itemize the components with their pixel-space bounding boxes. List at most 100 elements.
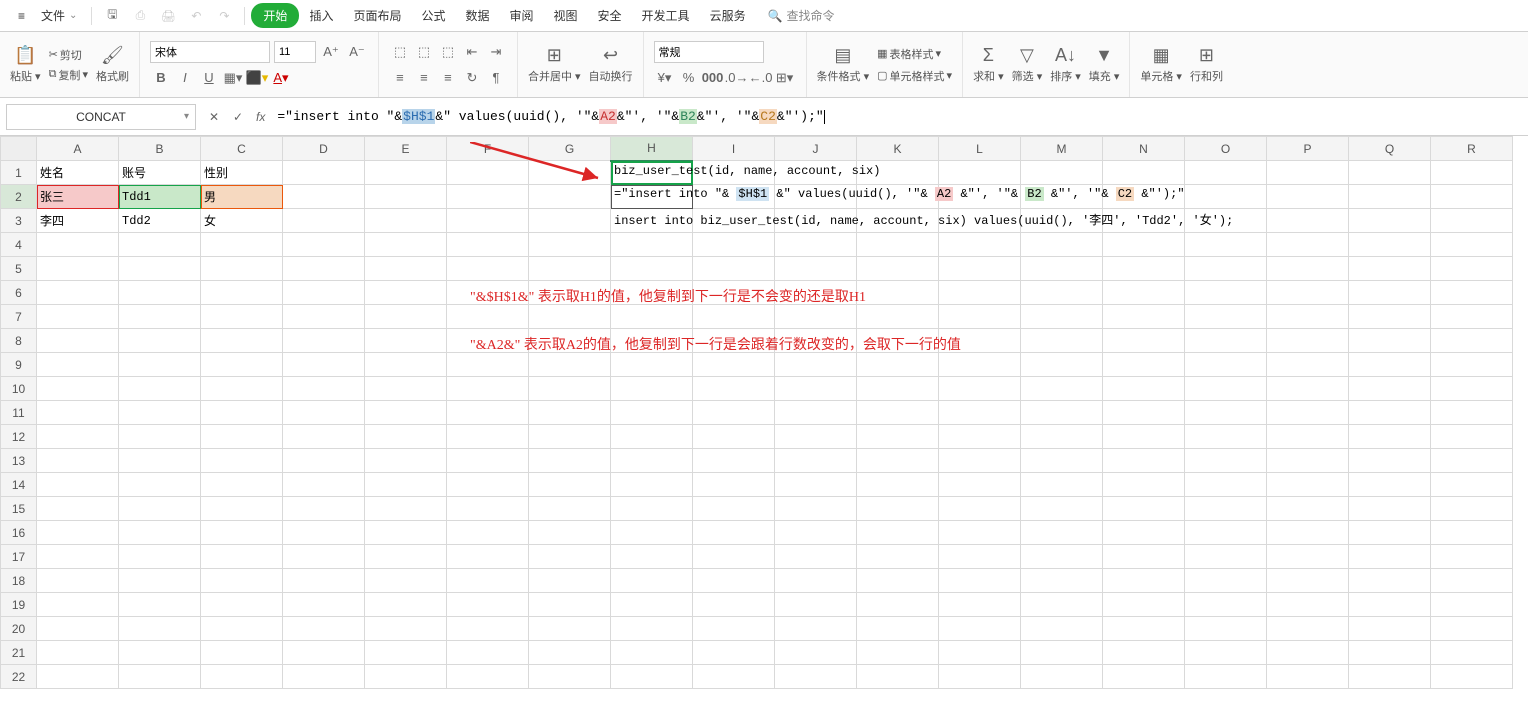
cell-H4[interactable] [611, 233, 693, 257]
cell-B17[interactable] [119, 545, 201, 569]
cell-A2[interactable]: 张三 [37, 185, 119, 209]
format-painter-button[interactable]: 🖌 格式刷 [96, 45, 129, 84]
cell-R17[interactable] [1431, 545, 1513, 569]
cell-Q4[interactable] [1349, 233, 1431, 257]
cell-E18[interactable] [365, 569, 447, 593]
cell-L9[interactable] [939, 353, 1021, 377]
cell-D9[interactable] [283, 353, 365, 377]
cell-J4[interactable] [775, 233, 857, 257]
cell-L19[interactable] [939, 593, 1021, 617]
cell-G3[interactable] [529, 209, 611, 233]
cell-O8[interactable] [1185, 329, 1267, 353]
cell-K15[interactable] [857, 497, 939, 521]
cell-E17[interactable] [365, 545, 447, 569]
cell-I14[interactable] [693, 473, 775, 497]
row-header-17[interactable]: 17 [1, 545, 37, 569]
cell-C20[interactable] [201, 617, 283, 641]
cell-B5[interactable] [119, 257, 201, 281]
row-header-20[interactable]: 20 [1, 617, 37, 641]
cell-E15[interactable] [365, 497, 447, 521]
cell-M4[interactable] [1021, 233, 1103, 257]
cell-A16[interactable] [37, 521, 119, 545]
cell-P8[interactable] [1267, 329, 1349, 353]
cell-P15[interactable] [1267, 497, 1349, 521]
rowcol-button[interactable]: ⊞行和列 [1190, 45, 1223, 84]
cell-F22[interactable] [447, 665, 529, 689]
cell-L15[interactable] [939, 497, 1021, 521]
sort-button[interactable]: A↓排序 ▾ [1050, 45, 1081, 84]
row-header-16[interactable]: 16 [1, 521, 37, 545]
cell-Q20[interactable] [1349, 617, 1431, 641]
cell-P20[interactable] [1267, 617, 1349, 641]
row-header-21[interactable]: 21 [1, 641, 37, 665]
conditional-format-button[interactable]: ▤ 条件格式 ▾ [817, 45, 870, 84]
cell-A22[interactable] [37, 665, 119, 689]
cell-N17[interactable] [1103, 545, 1185, 569]
cell-Q11[interactable] [1349, 401, 1431, 425]
font-color-button[interactable]: A▾ [270, 67, 292, 89]
cell-F9[interactable] [447, 353, 529, 377]
cell-N15[interactable] [1103, 497, 1185, 521]
tab-数据[interactable]: 数据 [455, 1, 499, 30]
cell-I9[interactable] [693, 353, 775, 377]
cell-M20[interactable] [1021, 617, 1103, 641]
cell-K20[interactable] [857, 617, 939, 641]
cell-B18[interactable] [119, 569, 201, 593]
cell-style-button[interactable]: ▢ 单元格样式 ▾ [877, 68, 952, 84]
cell-Q5[interactable] [1349, 257, 1431, 281]
row-header-10[interactable]: 10 [1, 377, 37, 401]
row-header-9[interactable]: 9 [1, 353, 37, 377]
cell-A12[interactable] [37, 425, 119, 449]
cell-E1[interactable] [365, 161, 447, 185]
cell-E5[interactable] [365, 257, 447, 281]
increase-font-icon[interactable]: A⁺ [320, 41, 342, 63]
cell-F4[interactable] [447, 233, 529, 257]
cell-Q10[interactable] [1349, 377, 1431, 401]
paste-button[interactable]: 📋 粘贴 ▾ [10, 45, 41, 84]
cell-P3[interactable] [1267, 209, 1349, 233]
cell-D4[interactable] [283, 233, 365, 257]
cell-A3[interactable]: 李四 [37, 209, 119, 233]
cell-L12[interactable] [939, 425, 1021, 449]
cell-J9[interactable] [775, 353, 857, 377]
fx-label[interactable]: fx [250, 110, 271, 124]
cell-R6[interactable] [1431, 281, 1513, 305]
cell-J18[interactable] [775, 569, 857, 593]
cell-N22[interactable] [1103, 665, 1185, 689]
cell-G14[interactable] [529, 473, 611, 497]
cell-G4[interactable] [529, 233, 611, 257]
file-menu[interactable]: 文件 ⌄ [33, 3, 85, 28]
cut-button[interactable]: ✂ 剪切 [49, 47, 88, 63]
cell-J10[interactable] [775, 377, 857, 401]
name-box[interactable]: CONCAT [6, 104, 196, 130]
cell-C15[interactable] [201, 497, 283, 521]
cell-L18[interactable] [939, 569, 1021, 593]
cell-K18[interactable] [857, 569, 939, 593]
cell-K21[interactable] [857, 641, 939, 665]
cell-P1[interactable] [1267, 161, 1349, 185]
cell-A8[interactable] [37, 329, 119, 353]
menu-icon[interactable]: ≡ [10, 5, 33, 27]
cell-N13[interactable] [1103, 449, 1185, 473]
cell-D6[interactable] [283, 281, 365, 305]
cell-R20[interactable] [1431, 617, 1513, 641]
align-middle-icon[interactable]: ⬚ [413, 41, 435, 63]
cell-R11[interactable] [1431, 401, 1513, 425]
row-header-5[interactable]: 5 [1, 257, 37, 281]
cell-B12[interactable] [119, 425, 201, 449]
cell-O2[interactable] [1185, 185, 1267, 209]
cell-G15[interactable] [529, 497, 611, 521]
cell-D10[interactable] [283, 377, 365, 401]
cell-F14[interactable] [447, 473, 529, 497]
cell-O12[interactable] [1185, 425, 1267, 449]
cell-G17[interactable] [529, 545, 611, 569]
cell-C4[interactable] [201, 233, 283, 257]
cell-A4[interactable] [37, 233, 119, 257]
cell-I18[interactable] [693, 569, 775, 593]
cell-C18[interactable] [201, 569, 283, 593]
cell-B16[interactable] [119, 521, 201, 545]
cell-K19[interactable] [857, 593, 939, 617]
formula-input[interactable]: ="insert into "&$H$1&" values(uuid(), '"… [271, 104, 1528, 130]
cell-I12[interactable] [693, 425, 775, 449]
indent-decrease-icon[interactable]: ⇤ [461, 41, 483, 63]
